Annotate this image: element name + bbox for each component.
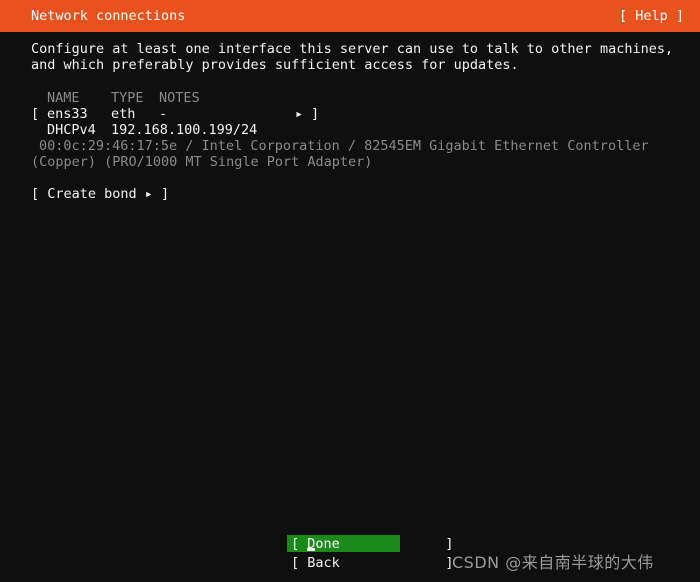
create-bond-button[interactable]: [ Create bond ▸ ] — [31, 186, 169, 202]
watermark: CSDN @来自南半球的大伟 — [452, 553, 654, 572]
interface-type: eth — [111, 106, 136, 122]
column-header-notes: NOTES — [159, 90, 200, 106]
description-line-1: Configure at least one interface this se… — [31, 41, 674, 57]
back-button[interactable]: [ Back ] — [287, 554, 454, 571]
column-header-type: TYPE — [111, 90, 144, 106]
chevron-right-icon: ▸ — [295, 106, 304, 122]
interface-notes: - — [159, 106, 168, 122]
done-button[interactable]: [ Done ] — [287, 535, 454, 552]
main-content: Configure at least one interface this se… — [0, 32, 700, 582]
dhcp-label: DHCPv4 — [47, 122, 96, 138]
terminal-screen: Network connections [ Help ] Configure a… — [0, 0, 700, 582]
row-bracket-close: ] — [311, 106, 320, 122]
help-button[interactable]: [ Help ] — [619, 8, 684, 24]
column-header-name: NAME — [47, 90, 80, 106]
back-button-label: [ Back ] — [291, 555, 454, 571]
description-line-2: and which preferably provides sufficient… — [31, 57, 519, 73]
done-button-label: [ Done ] — [291, 536, 454, 552]
text-cursor — [307, 548, 315, 551]
title-bar: Network connections [ Help ] — [0, 0, 700, 32]
table-row[interactable]: [ ens33 eth - ▸ ] — [31, 106, 321, 122]
hardware-info-line-2: (Copper) (PRO/1000 MT Single Port Adapte… — [31, 154, 373, 170]
row-bracket-open: [ — [31, 106, 40, 122]
interface-name: ens33 — [47, 106, 88, 122]
hardware-info-line-1: 00:0c:29:46:17:5e / Intel Corporation / … — [39, 138, 649, 154]
page-title: Network connections — [31, 8, 186, 24]
dhcp-address: 192.168.100.199/24 — [111, 122, 258, 138]
